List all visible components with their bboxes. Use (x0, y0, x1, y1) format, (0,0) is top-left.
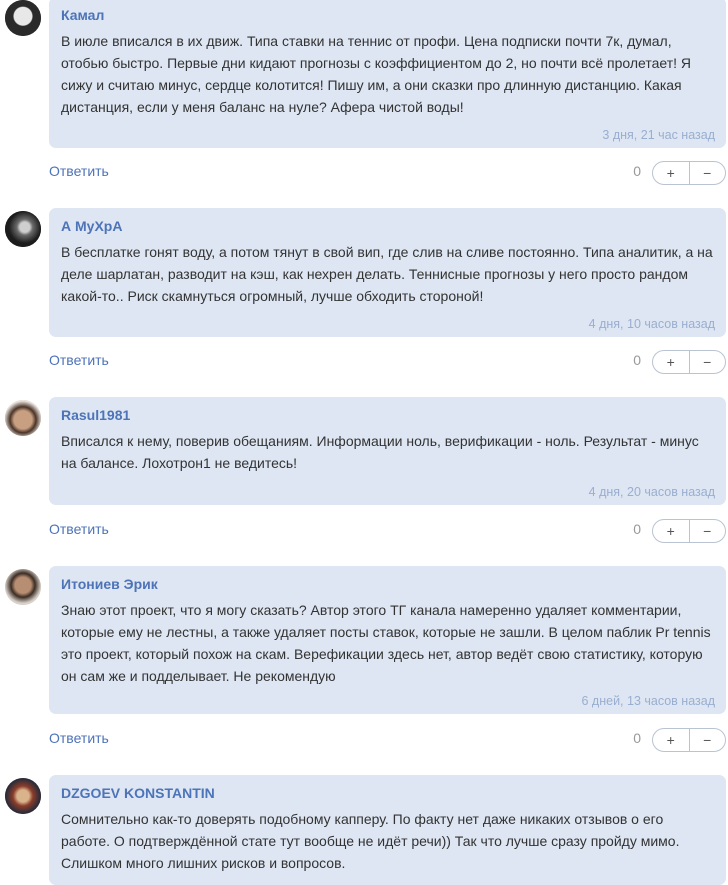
comment-bubble: Итониев Эрик Знаю этот проект, что я мог… (49, 566, 726, 714)
comment-text: Сомнительно как-то доверять подобному ка… (61, 811, 680, 871)
comment-author[interactable]: Камал (61, 7, 104, 23)
reply-button[interactable]: Ответить (49, 521, 109, 537)
comment-bubble: Камал В июле вписался в их движ. Типа ст… (49, 0, 726, 148)
comment-timestamp: 4 дня, 20 часов назад (588, 485, 715, 499)
comment-text: Знаю этот проект, что я могу сказать? Ав… (61, 602, 711, 684)
avatar[interactable] (5, 778, 41, 814)
vote-buttons: + − (652, 728, 726, 752)
upvote-button[interactable]: + (653, 162, 690, 184)
downvote-button[interactable]: − (690, 520, 726, 542)
comment-bubble: А МуХрА В бесплатке гонят воду, а потом … (49, 208, 726, 337)
reply-button[interactable]: Ответить (49, 352, 109, 368)
comment-author[interactable]: DZGOEV KONSTANTIN (61, 785, 215, 801)
vote-count: 0 (633, 521, 641, 537)
comment-author[interactable]: Итониев Эрик (61, 576, 158, 592)
vote-controls: 0 + − (633, 161, 726, 185)
comment-bubble: DZGOEV KONSTANTIN Сомнительно как-то дов… (49, 775, 726, 885)
comment-timestamp: 4 дня, 10 часов назад (588, 317, 715, 331)
downvote-button[interactable]: − (690, 351, 726, 373)
comment-text: Вписался к нему, поверив обещаниям. Инфо… (61, 433, 699, 471)
comment-text: В бесплатке гонят воду, а потом тянут в … (61, 244, 713, 304)
upvote-button[interactable]: + (653, 729, 690, 751)
downvote-button[interactable]: − (690, 729, 726, 751)
vote-buttons: + − (652, 519, 726, 543)
vote-controls: 0 + − (633, 728, 726, 752)
comment-timestamp: 3 дня, 21 час назад (602, 128, 715, 142)
vote-controls: 0 + − (633, 519, 726, 543)
vote-count: 0 (633, 730, 641, 746)
reply-button[interactable]: Ответить (49, 730, 109, 746)
upvote-button[interactable]: + (653, 520, 690, 542)
comment-timestamp: 6 дней, 13 часов назад (581, 694, 716, 708)
reply-button[interactable]: Ответить (49, 163, 109, 179)
avatar[interactable] (5, 569, 41, 605)
avatar[interactable] (5, 211, 41, 247)
comment-author[interactable]: Rasul1981 (61, 407, 130, 423)
vote-controls: 0 + − (633, 350, 726, 374)
upvote-button[interactable]: + (653, 351, 690, 373)
vote-buttons: + − (652, 161, 726, 185)
comment-author[interactable]: А МуХрА (61, 218, 122, 234)
avatar[interactable] (5, 0, 41, 36)
vote-count: 0 (633, 352, 641, 368)
downvote-button[interactable]: − (690, 162, 726, 184)
comment-text: В июле вписался в их движ. Типа ставки н… (61, 33, 691, 115)
vote-buttons: + − (652, 350, 726, 374)
comment-bubble: Rasul1981 Вписался к нему, поверив обеща… (49, 397, 726, 505)
vote-count: 0 (633, 163, 641, 179)
avatar[interactable] (5, 400, 41, 436)
